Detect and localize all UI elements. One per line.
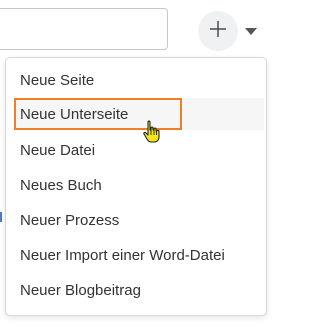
new-content-menu: Neue Seite Neue Unterseite Neue Datei Ne… — [5, 57, 267, 316]
menu-item-neue-seite[interactable]: Neue Seite — [14, 64, 264, 96]
menu-item-neue-datei[interactable]: Neue Datei — [14, 134, 264, 166]
caret-down-icon — [244, 26, 258, 36]
menu-item-neuer-import-word[interactable]: Neuer Import einer Word-Datei — [14, 239, 264, 271]
background-link-fragment — [0, 212, 2, 222]
search-input[interactable] — [0, 8, 168, 50]
menu-item-neuer-blogbeitrag[interactable]: Neuer Blogbeitrag — [14, 274, 264, 306]
plus-icon — [209, 20, 227, 43]
add-dropdown-button[interactable] — [243, 24, 259, 38]
add-button[interactable] — [198, 11, 238, 51]
menu-item-neues-buch[interactable]: Neues Buch — [14, 169, 264, 201]
app-stage: Neue Seite Neue Unterseite Neue Datei Ne… — [0, 0, 300, 330]
hand-pointer-icon — [142, 120, 162, 144]
menu-item-neuer-prozess[interactable]: Neuer Prozess — [14, 204, 264, 236]
